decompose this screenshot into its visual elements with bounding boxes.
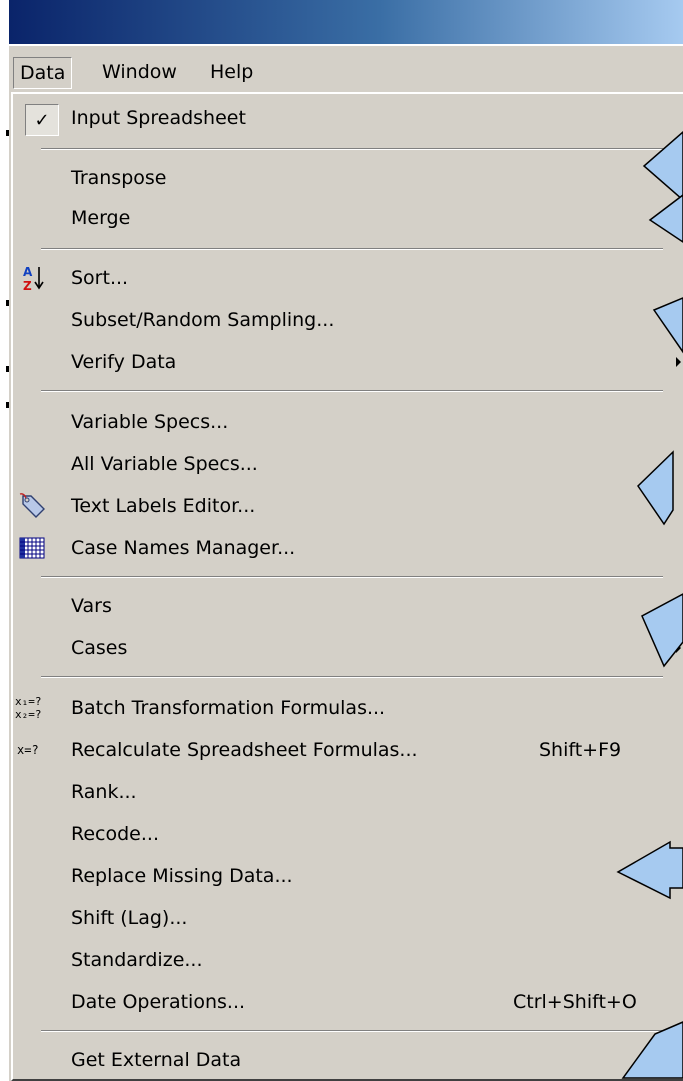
callout-arrow-icon (652, 297, 683, 354)
menu-item-recode[interactable]: Recode... (13, 814, 683, 854)
menu-data[interactable]: Data (13, 57, 73, 89)
menu-item-subset-random-sampling[interactable]: Subset/Random Sampling... (13, 300, 683, 340)
menu-item-label: Text Labels Editor... (71, 495, 256, 517)
callout-arrow-icon (621, 1021, 683, 1079)
menu-item-label: Vars (71, 595, 112, 617)
menu-item-label: Date Operations... (71, 991, 246, 1013)
batch-formula-icon: x₁=? x₂=? (15, 692, 49, 724)
menu-item-shift-lag[interactable]: Shift (Lag)... (13, 898, 683, 938)
menu-item-case-names-manager[interactable]: Case Names Manager... (13, 528, 683, 568)
menu-item-label: Batch Transformation Formulas... (71, 697, 386, 719)
menu-item-rank[interactable]: Rank... (13, 772, 683, 812)
menu-item-input-spreadsheet[interactable]: ✓ Input Spreadsheet (13, 98, 683, 138)
menu-item-shortcut: Ctrl+Shift+O (513, 991, 637, 1013)
edge-tick (6, 300, 9, 306)
edge-tick (6, 366, 9, 372)
menu-item-transpose[interactable]: Transpose (13, 158, 683, 198)
menu-item-cases[interactable]: Cases (13, 628, 683, 668)
tag-icon (15, 490, 49, 522)
check-icon: ✓ (25, 104, 59, 136)
menu-item-label: Subset/Random Sampling... (71, 309, 335, 331)
menu-separator (41, 1030, 663, 1032)
menu-item-recalculate-spreadsheet-formulas[interactable]: x=? Recalculate Spreadsheet Formulas... … (13, 730, 683, 770)
menu-item-label: Input Spreadsheet (71, 107, 246, 129)
menu-item-verify-data[interactable]: Verify Data (13, 342, 683, 382)
menu-item-label: Shift (Lag)... (71, 907, 188, 929)
svg-text:x=?: x=? (17, 743, 39, 757)
menu-item-shortcut: Shift+F9 (539, 739, 622, 761)
recalc-formula-icon: x=? (15, 734, 49, 766)
menu-separator (41, 390, 663, 392)
menu-item-label: Verify Data (71, 351, 177, 373)
menu-item-standardize[interactable]: Standardize... (13, 940, 683, 980)
svg-text:A: A (23, 265, 33, 279)
menu-item-label: Rank... (71, 781, 137, 803)
menu-separator (41, 248, 663, 250)
svg-text:x₁=?: x₁=? (15, 695, 42, 708)
menu-item-get-external-data[interactable]: Get External Data (13, 1040, 683, 1080)
menu-item-label: Recalculate Spreadsheet Formulas... (71, 739, 418, 761)
menu-item-all-variable-specs[interactable]: All Variable Specs... (13, 444, 683, 484)
menu-item-label: Variable Specs... (71, 411, 229, 433)
callout-arrow-icon (648, 194, 683, 243)
menu-item-batch-transformation-formulas[interactable]: x₁=? x₂=? Batch Transformation Formulas.… (13, 688, 683, 728)
menu-item-label: Transpose (71, 167, 167, 189)
callout-arrow-icon (616, 840, 683, 900)
edge-tick (6, 130, 9, 136)
callout-arrow-icon (641, 593, 683, 668)
menu-item-label: Get External Data (71, 1049, 242, 1071)
menu-item-label: All Variable Specs... (71, 453, 258, 475)
menu-item-label: Case Names Manager... (71, 537, 296, 559)
window-title-bar (9, 0, 683, 44)
left-edge-strip (0, 0, 9, 1081)
menu-item-vars[interactable]: Vars (13, 586, 683, 626)
menu-separator (41, 576, 663, 578)
menu-item-variable-specs[interactable]: Variable Specs... (13, 402, 683, 442)
menu-item-replace-missing-data[interactable]: Replace Missing Data... (13, 856, 683, 896)
menu-item-label: Replace Missing Data... (71, 865, 293, 887)
menu-separator (41, 676, 663, 678)
svg-text:x₂=?: x₂=? (15, 708, 42, 721)
menu-bar: Data Window Help (9, 44, 683, 96)
menu-item-label: Standardize... (71, 949, 203, 971)
callout-arrow-icon (637, 450, 674, 526)
grid-table-icon (15, 532, 49, 564)
menu-separator (41, 148, 663, 150)
menu-item-text-labels-editor[interactable]: Text Labels Editor... (13, 486, 683, 526)
menu-item-label: Sort... (71, 267, 129, 289)
data-dropdown-menu: ✓ Input Spreadsheet Transpose Merge A Z … (11, 92, 683, 1081)
svg-text:Z: Z (23, 279, 32, 293)
menu-item-label: Cases (71, 637, 128, 659)
menu-item-label: Merge (71, 207, 131, 229)
menu-window[interactable]: Window (96, 57, 183, 87)
menu-item-label: Recode... (71, 823, 159, 845)
edge-tick (6, 402, 9, 408)
menu-item-sort[interactable]: A Z Sort... (13, 258, 683, 298)
sort-az-icon: A Z (15, 262, 49, 294)
menu-item-date-operations[interactable]: Date Operations... Ctrl+Shift+O (13, 982, 683, 1022)
menu-help[interactable]: Help (204, 57, 259, 87)
menu-item-merge[interactable]: Merge (13, 198, 683, 238)
